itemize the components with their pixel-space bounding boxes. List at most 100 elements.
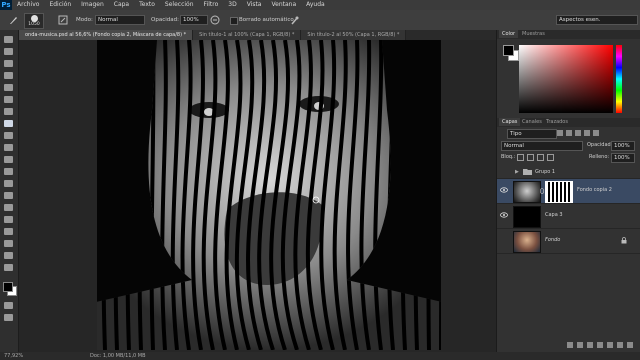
path-select-tool-icon[interactable] [4, 228, 13, 235]
filter-pixel-icon[interactable] [557, 130, 563, 136]
lock-position-icon[interactable] [537, 154, 544, 161]
hue-slider[interactable] [616, 45, 622, 113]
lock-label: Bloq.: [501, 154, 516, 160]
tab-canales[interactable]: Canales [519, 118, 545, 126]
tab-color[interactable]: Color [499, 30, 519, 38]
dodge-tool-icon[interactable] [4, 192, 13, 199]
layer-row-fondo-copia-2[interactable]: Fondo copia 2 [497, 179, 640, 204]
tab-onda-musica[interactable]: onda-musica.psd al 56,6% (Fondo copia 2,… [19, 30, 194, 40]
link-layers-icon[interactable] [567, 342, 573, 348]
pressure-opacity-icon[interactable] [210, 15, 220, 25]
layer-thumbnail[interactable] [513, 231, 541, 253]
eraser-tool-icon[interactable] [4, 156, 13, 163]
new-group-icon[interactable] [607, 342, 613, 348]
opacity-input[interactable]: 100% [180, 15, 208, 25]
layer-filter-icons [557, 130, 627, 138]
lock-all-icon[interactable] [547, 154, 554, 161]
menu-filtro[interactable]: Filtro [199, 0, 224, 10]
link-icon[interactable] [540, 188, 544, 194]
layer-opacity-input[interactable]: 100% [611, 141, 635, 151]
pressure-size-icon[interactable] [290, 15, 300, 25]
layer-opacity-label: Opacidad: [587, 142, 613, 148]
layer-name: Grupo 1 [535, 169, 556, 175]
brush-panel-icon[interactable] [58, 15, 68, 25]
tab-capas[interactable]: Capas [499, 118, 521, 126]
clone-stamp-tool-icon[interactable] [4, 132, 13, 139]
blur-tool-icon[interactable] [4, 180, 13, 187]
lasso-tool-icon[interactable] [4, 60, 13, 67]
layers-panel-header: Capas Canales Trazados [497, 118, 640, 127]
menu-capa[interactable]: Capa [109, 0, 134, 10]
history-brush-tool-icon[interactable] [4, 144, 13, 151]
workspace-select[interactable]: Aspectos esen. [556, 15, 638, 25]
menu-3d[interactable]: 3D [223, 0, 241, 10]
type-tool-icon[interactable] [4, 216, 13, 223]
layer-thumbnail[interactable] [513, 181, 541, 203]
zoom-level[interactable]: 77,92% [4, 352, 23, 360]
hand-tool-icon[interactable] [4, 252, 13, 259]
menu-vista[interactable]: Vista [242, 0, 267, 10]
tab-sin-titulo-2[interactable]: Sin título-2 al 50% (Capa 1, RGB/8) * [301, 30, 407, 40]
eyedropper-tool-icon[interactable] [4, 96, 13, 103]
layer-row-capa-3[interactable]: Capa 3 [497, 204, 640, 229]
fx-icon[interactable] [577, 342, 583, 348]
screen-mode-icon[interactable] [4, 314, 13, 321]
layers-bottom-toolbar [567, 342, 637, 350]
menu-ayuda[interactable]: Ayuda [301, 0, 330, 10]
layer-thumbnail[interactable] [513, 206, 541, 228]
zoom-tool-icon[interactable] [4, 264, 13, 271]
adjustment-layer-icon[interactable] [597, 342, 603, 348]
quick-select-tool-icon[interactable] [4, 72, 13, 79]
brush-tool-icon[interactable] [8, 15, 18, 25]
menu-texto[interactable]: Texto [134, 0, 160, 10]
menu-edicion[interactable]: Edición [44, 0, 76, 10]
trash-icon[interactable] [627, 342, 633, 348]
foreground-color-swatch[interactable] [3, 282, 13, 292]
healing-tool-icon[interactable] [4, 108, 13, 115]
brush-tool-icon-active[interactable] [4, 120, 13, 127]
layer-row-grupo-1[interactable]: ▶ Grupo 1 [497, 166, 640, 179]
marquee-tool-icon[interactable] [4, 48, 13, 55]
add-mask-icon[interactable] [587, 342, 593, 348]
tab-muestras[interactable]: Muestras [519, 30, 548, 38]
tab-trazados[interactable]: Trazados [543, 118, 571, 126]
lock-pixels-icon[interactable] [527, 154, 534, 161]
group-expand-icon[interactable]: ▶ [515, 169, 519, 175]
pen-tool-icon[interactable] [4, 204, 13, 211]
fill-input[interactable]: 100% [611, 153, 635, 163]
menu-bar: Ps Archivo Edición Imagen Capa Texto Sel… [0, 0, 640, 10]
auto-erase-checkbox[interactable] [230, 17, 238, 25]
blend-mode-select[interactable]: Normal [501, 141, 583, 151]
menu-imagen[interactable]: Imagen [76, 0, 109, 10]
new-layer-icon[interactable] [617, 342, 623, 348]
mode-select[interactable]: Normal [95, 15, 145, 25]
layer-mask-thumbnail[interactable] [545, 181, 573, 203]
menu-seleccion[interactable]: Selección [160, 0, 199, 10]
filter-shape-icon[interactable] [584, 130, 590, 136]
lock-icons [517, 154, 559, 161]
visibility-eye-icon[interactable] [500, 212, 508, 218]
layer-row-fondo[interactable]: Fondo [497, 229, 640, 254]
filter-type-icon[interactable] [575, 130, 581, 136]
brush-preset-picker[interactable]: 1050 [24, 13, 44, 29]
move-tool-icon[interactable] [4, 36, 13, 43]
mode-label: Modo: [76, 17, 93, 23]
color-saturation-field[interactable] [519, 45, 613, 113]
menu-ventana[interactable]: Ventana [266, 0, 301, 10]
visibility-eye-icon[interactable] [500, 187, 508, 193]
menu-archivo[interactable]: Archivo [12, 0, 44, 10]
crop-tool-icon[interactable] [4, 84, 13, 91]
lock-icon [621, 237, 627, 244]
tab-sin-titulo-1[interactable]: Sin título-1 al 100% (Capa 1, RGB/8) * [193, 30, 302, 40]
fg-color-chip[interactable] [503, 45, 514, 56]
lock-transparent-icon[interactable] [517, 154, 524, 161]
quick-mask-icon[interactable] [4, 302, 13, 309]
artwork-image[interactable] [97, 40, 441, 350]
filter-adjust-icon[interactable] [566, 130, 572, 136]
layer-filter-select[interactable]: Tipo [507, 129, 557, 139]
gradient-tool-icon[interactable] [4, 168, 13, 175]
filter-smart-icon[interactable] [593, 130, 599, 136]
shape-tool-icon[interactable] [4, 240, 13, 247]
canvas-area[interactable] [19, 40, 496, 352]
layer-name: Fondo [545, 237, 561, 243]
